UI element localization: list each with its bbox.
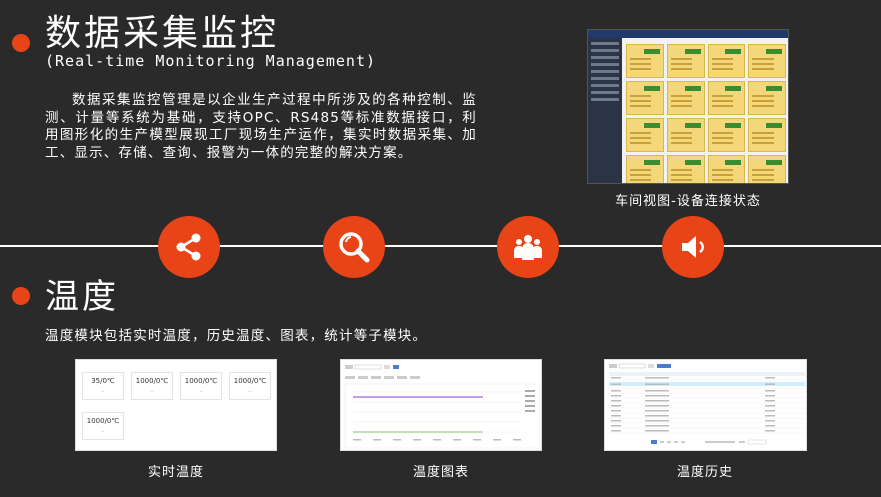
section-description: 数据采集监控管理是以企业生产过程中所涉及的各种控制、监测、计量等系统为基础，支持… xyxy=(45,92,477,161)
temperature-card: 35/0℃ — xyxy=(82,372,124,400)
temperature-value: 1000/0℃ xyxy=(233,377,267,385)
temperature-value: 1000/0℃ xyxy=(184,377,218,385)
temperature-description: 温度模块包括实时温度，历史温度、图表，统计等子模块。 xyxy=(45,328,428,344)
divider-line xyxy=(0,245,881,247)
section-subtitle: (Real-time Monitoring Management) xyxy=(45,52,377,70)
bullet-dot xyxy=(12,287,30,305)
group-icon xyxy=(497,216,559,278)
temperature-history-thumbnail xyxy=(609,363,805,445)
temperature-card: 1000/0℃ — xyxy=(229,372,271,400)
temperature-card: 1000/0℃ — xyxy=(131,372,173,400)
temperature-history-panel xyxy=(604,359,807,451)
panel-caption: 温度图表 xyxy=(412,465,469,480)
temperature-title: 温度 xyxy=(45,277,119,317)
screenshot-caption: 车间视图-设备连接状态 xyxy=(615,194,761,209)
search-icon xyxy=(323,216,385,278)
panel-caption: 实时温度 xyxy=(147,465,204,480)
temperature-value: 35/0℃ xyxy=(91,377,115,385)
section-title: 数据采集监控 xyxy=(45,13,280,54)
realtime-temperature-panel: 35/0℃ — 1000/0℃ — 1000/0℃ — 1000/0℃ — 1000/0… xyxy=(75,359,277,451)
temperature-value: 1000/0℃ xyxy=(135,377,169,385)
temperature-chart-thumbnail xyxy=(344,364,540,449)
panel-caption: 温度历史 xyxy=(676,465,733,480)
temperature-value: 1000/0℃ xyxy=(86,417,120,425)
speaker-icon xyxy=(662,216,724,278)
workshop-view-screenshot xyxy=(587,29,789,184)
temperature-card: 1000/0℃ — xyxy=(82,412,124,440)
temperature-card: 1000/0℃ — xyxy=(180,372,222,400)
share-icon xyxy=(158,216,220,278)
bullet-dot xyxy=(12,34,30,52)
temperature-chart-panel xyxy=(340,359,542,451)
